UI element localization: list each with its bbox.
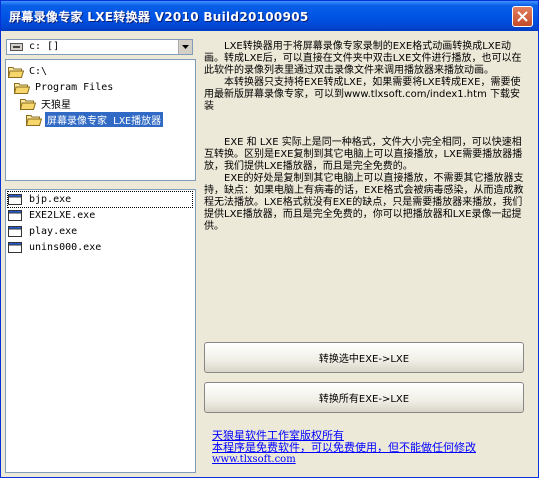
open-folder-icon: [14, 82, 30, 94]
description-paragraph: 本转换器只支持将EXE转成LXE，如果需要将LXE转成EXE，需要使用最新版屏幕…: [204, 77, 521, 112]
description-paragraph: LXE转换器用于将屏幕录像专家录制的EXE格式动画转换成LXE动画。转成LXE后…: [204, 41, 522, 76]
file-item[interactable]: unins000.exe: [8, 240, 103, 255]
drive-select[interactable]: c: []: [6, 39, 193, 55]
website-link[interactable]: www.tlxsoft.com: [212, 454, 476, 466]
free-notice-link[interactable]: 本程序是免费软件，可以免费使用，但不能做任何修改: [212, 442, 476, 454]
exe-file-icon: [8, 194, 22, 205]
file-item[interactable]: bjp.exe: [7, 191, 193, 208]
open-folder-icon: [26, 114, 42, 126]
directory-label: 天狼星: [41, 100, 71, 111]
directory-label: C:\: [29, 66, 48, 77]
close-icon: [517, 11, 528, 22]
file-label: bjp.exe: [29, 194, 72, 205]
open-folder-icon: [8, 66, 24, 78]
directory-label: 屏幕录像专家 LXE播放器: [45, 112, 164, 127]
file-list[interactable]: bjp.exe EXE2LXE.exe play.exe unins000.ex…: [5, 189, 196, 473]
directory-item-program-files[interactable]: Program Files: [14, 80, 115, 95]
description-paragraph: EXE 和 LXE 实际上是同一种格式，文件大小完全相同，可以快速相互转换。区别…: [204, 137, 523, 172]
directory-item-lxe-player[interactable]: 屏幕录像专家 LXE播放器: [26, 112, 164, 127]
convert-all-button[interactable]: 转换所有EXE->LXE: [204, 382, 524, 413]
file-item[interactable]: play.exe: [8, 224, 79, 239]
drive-icon: [10, 43, 23, 51]
directory-label: Program Files: [35, 82, 114, 93]
directory-item-tianlangxing[interactable]: 天狼星: [20, 96, 73, 111]
chevron-down-icon: [182, 45, 189, 49]
window-title: 屏幕录像专家 LXE转换器 V2010 Build20100905: [9, 10, 309, 24]
description-paragraph: EXE的好处是复制到其它电脑上可以直接播放，不需要其它播放器支持，缺点：如果电脑…: [204, 173, 524, 232]
directory-list[interactable]: C:\ Program Files 天狼星 屏幕录像专家 LXE播放器: [5, 59, 196, 181]
convert-selected-button[interactable]: 转换选中EXE->LXE: [204, 342, 524, 373]
close-button[interactable]: [512, 6, 533, 27]
converter-window: 屏幕录像专家 LXE转换器 V2010 Build20100905 c: [] …: [0, 0, 539, 478]
title-bar[interactable]: 屏幕录像专家 LXE转换器 V2010 Build20100905: [1, 1, 538, 31]
dropdown-button[interactable]: [178, 40, 192, 54]
exe-file-icon: [8, 226, 22, 237]
exe-file-icon: [8, 210, 22, 221]
drive-select-value: c: []: [29, 41, 60, 52]
description-text: LXE转换器用于将屏幕录像专家录制的EXE格式动画转换成LXE动画。转成LXE后…: [204, 41, 529, 233]
open-folder-icon: [20, 98, 36, 110]
directory-item-root[interactable]: C:\: [8, 64, 49, 79]
file-item[interactable]: EXE2LXE.exe: [8, 208, 97, 223]
file-label: play.exe: [29, 226, 78, 237]
exe-file-icon: [8, 242, 22, 253]
footer: 天狼星软件工作室版权所有 本程序是免费软件，可以免费使用，但不能做任何修改 ww…: [212, 430, 476, 466]
file-label: EXE2LXE.exe: [29, 210, 96, 221]
file-label: unins000.exe: [29, 242, 102, 253]
